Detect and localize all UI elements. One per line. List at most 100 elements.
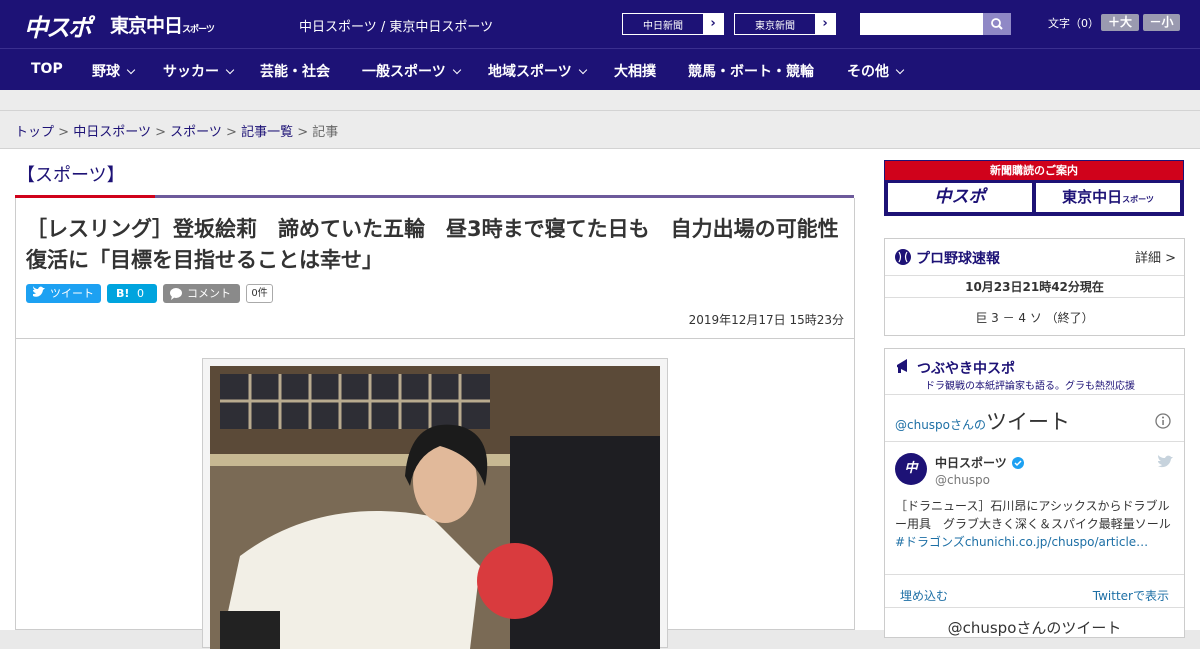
comment-bubble-icon: [170, 288, 182, 300]
chuspo-logo[interactable]: 中スポ: [24, 8, 92, 43]
article-box: ［レスリング］登坂絵莉 諦めていた五輪 昼3時まで寝てた日も 自力出場の可能性復…: [15, 198, 855, 649]
nav-label: 野球: [92, 64, 120, 80]
breadcrumb-sports[interactable]: スポーツ: [170, 125, 222, 140]
font-smaller-button[interactable]: －小: [1143, 14, 1180, 31]
font-size-label: 文字（0）: [1048, 17, 1099, 30]
tsubuyaki-title: つぶやき中スポ: [917, 361, 1015, 377]
subscribe-chuspo-button[interactable]: 中スポ: [888, 183, 1032, 212]
chevron-down-icon: [225, 65, 235, 75]
chevron-right-icon: ›: [815, 14, 835, 34]
tweets-word: ツイート: [986, 410, 1071, 434]
tweet-author-name[interactable]: 中日スポーツ: [935, 454, 1007, 471]
tokyo-chunichi-label: 東京中日: [1062, 188, 1123, 206]
chevron-down-icon: [452, 65, 461, 75]
breadcrumb-current: 記事: [312, 125, 339, 140]
breadcrumb-sep: >: [226, 125, 237, 140]
megaphone-icon: [897, 359, 907, 373]
twitter-icon: [33, 286, 45, 297]
nav-label: サッカー: [163, 64, 219, 80]
tokyo-shimbun-button[interactable]: 東京新聞 ›: [734, 13, 836, 35]
twitter-bird-icon[interactable]: [1156, 454, 1174, 470]
nav-label: 一般スポーツ: [362, 64, 446, 80]
subscribe-tokyo-chunichi-button[interactable]: 東京中日スポーツ: [1036, 183, 1180, 212]
breadcrumb-top[interactable]: トップ: [15, 125, 54, 140]
subscription-title: 新聞購読のご案内: [885, 161, 1183, 180]
nav-label: 大相撲: [614, 64, 656, 80]
breadcrumb-article-list[interactable]: 記事一覧: [241, 125, 293, 140]
chuspo-avatar[interactable]: 中: [895, 453, 927, 485]
breadcrumb-chunichi-sports[interactable]: 中日スポーツ: [73, 125, 151, 140]
tweet-author-handle[interactable]: @chuspo: [935, 473, 990, 487]
nav-entertainment[interactable]: 芸能・社会: [260, 61, 330, 81]
verified-badge-icon: [1012, 457, 1024, 469]
tweet-text: ［ドラニュース］石川昂にアシックスからドラブルー用具 グラブ大きく深く＆スパイク…: [895, 497, 1175, 551]
nav-general-sports[interactable]: 一般スポーツ: [362, 61, 461, 81]
tweets-from-handle: @chuspoさんのツイート: [895, 406, 1070, 436]
tokyo-chunichi-logo[interactable]: 東京中日スポーツ: [110, 11, 215, 38]
nav-label: その他: [847, 64, 889, 80]
comment-button[interactable]: コメント: [163, 284, 240, 303]
search-button[interactable]: [983, 13, 1011, 35]
tweet-label: ツイート: [50, 287, 94, 300]
article-date: 2019年12月17日 15時23分: [688, 313, 844, 327]
tweets-bottom-heading[interactable]: @chuspoさんのツイート: [885, 617, 1184, 638]
article-divider: [16, 338, 854, 339]
search-box: [860, 13, 1011, 35]
tokyo-chunichi-small: スポーツ: [1122, 195, 1154, 204]
search-icon: [991, 18, 1003, 30]
nav-keiba[interactable]: 競馬・ボート・競輪: [688, 61, 814, 81]
twitter-widget: つぶやき中スポ ドラ観戦の本紙評論家も語る。グラも熱烈応援 @chuspoさんの…: [884, 348, 1185, 638]
chevron-right-icon: ›: [703, 14, 723, 34]
chevron-down-icon: [578, 65, 587, 75]
breadcrumb-sep: >: [155, 125, 166, 140]
main-content: 【スポーツ】 ［レスリング］登坂絵莉 諦めていた五輪 昼3時まで寝てた日も 自力…: [0, 149, 1200, 649]
nav-baseball[interactable]: 野球: [92, 61, 136, 81]
embed-link[interactable]: 埋め込む: [900, 587, 948, 604]
tokyo-logo-text: 東京中日: [110, 15, 183, 37]
tweet-button[interactable]: ツイート: [26, 284, 101, 303]
view-on-twitter-link[interactable]: Twitterで表示: [1093, 587, 1169, 604]
baseball-timestamp: 10月23日21時42分現在: [885, 275, 1184, 298]
nav-regional-sports[interactable]: 地域スポーツ: [488, 61, 587, 81]
baseball-more-link[interactable]: 詳細 >: [1135, 247, 1176, 266]
chunichi-shimbun-button[interactable]: 中日新聞 ›: [622, 13, 724, 35]
nav-soccer[interactable]: サッカー: [163, 61, 235, 81]
top-header: 中スポ 東京中日スポーツ 中日スポーツ / 東京中日スポーツ 中日新聞 › 東京新…: [0, 0, 1200, 48]
nav-sumo[interactable]: 大相撲: [614, 61, 656, 81]
main-nav: TOP 野球 サッカー 芸能・社会 一般スポーツ 地域スポーツ 大相撲 競馬・ボ…: [0, 48, 1200, 90]
baseball-icon: [895, 249, 911, 265]
search-input[interactable]: [860, 13, 983, 35]
breadcrumb-sep: >: [58, 125, 70, 140]
nav-top[interactable]: TOP: [31, 61, 63, 77]
info-icon[interactable]: [1154, 412, 1172, 430]
hatena-icon: B!: [116, 287, 130, 300]
baseball-score[interactable]: 巨 3 － 4 ソ （終了）: [885, 309, 1184, 326]
wrestler-photo: [210, 366, 660, 649]
subscription-banner[interactable]: 新聞購読のご案内 中スポ 東京中日スポーツ: [884, 160, 1184, 216]
hatena-count: 0: [137, 287, 144, 300]
article-title: ［レスリング］登坂絵莉 諦めていた五輪 昼3時まで寝てた日も 自力出場の可能性復…: [26, 217, 839, 272]
nav-label: 芸能・社会: [260, 64, 330, 80]
font-larger-button[interactable]: ＋大: [1101, 14, 1139, 31]
nav-other[interactable]: その他: [847, 61, 905, 81]
tweet-body: ［ドラニュース］石川昂にアシックスからドラブルー用具 グラブ大きく深く＆スパイク…: [895, 499, 1171, 531]
site-names: 中日スポーツ / 東京中日スポーツ: [299, 20, 494, 35]
category-heading: 【スポーツ】: [17, 165, 125, 186]
hatena-bookmark-button[interactable]: B! 0: [107, 284, 157, 303]
tweet-link[interactable]: #ドラゴンズchunichi.co.jp/chuspo/article…: [895, 535, 1148, 549]
comment-count: 0件: [246, 284, 273, 303]
chunichi-label: 中日新聞: [643, 21, 683, 32]
nav-label: 地域スポーツ: [488, 64, 572, 80]
chevron-down-icon: [126, 65, 136, 75]
breadcrumb: トップ > 中日スポーツ > スポーツ > 記事一覧 > 記事: [0, 111, 1200, 149]
tokyo-label: 東京新聞: [755, 21, 795, 32]
baseball-title: プロ野球速報: [916, 251, 1000, 267]
article-photo-frame: [202, 358, 668, 649]
nav-label: 競馬・ボート・競輪: [688, 64, 814, 80]
tsubuyaki-subtitle: ドラ観戦の本紙評論家も語る。グラも熱烈応援: [925, 381, 1135, 392]
nav-label: TOP: [31, 61, 63, 77]
comment-label: コメント: [187, 287, 231, 300]
breadcrumb-sep: >: [297, 125, 309, 140]
chevron-down-icon: [895, 65, 905, 75]
tweets-handle: @chuspoさんの: [895, 418, 987, 432]
